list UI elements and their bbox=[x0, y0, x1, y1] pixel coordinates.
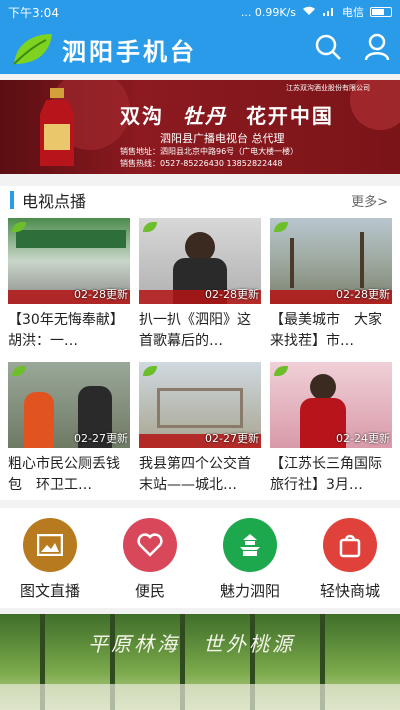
shopping-bag-icon bbox=[323, 518, 377, 572]
update-date: 02-28更新 bbox=[74, 288, 128, 301]
app-logo bbox=[10, 30, 56, 68]
channel-logo-icon bbox=[274, 222, 288, 232]
section-accent-bar bbox=[10, 191, 14, 209]
update-date: 02-27更新 bbox=[205, 432, 259, 445]
category-mall[interactable]: 轻快商城 bbox=[300, 518, 400, 601]
video-card[interactable]: 02-28更新 扒一扒《泗阳》这首歌幕后的… bbox=[139, 218, 261, 352]
video-grid: 02-28更新 【30年无悔奉献】胡洪：一… 02-28更新 扒一扒《泗阳》这首… bbox=[0, 214, 400, 500]
category-label: 轻快商城 bbox=[319, 582, 380, 600]
user-icon[interactable] bbox=[364, 33, 390, 65]
update-date: 02-27更新 bbox=[74, 432, 128, 445]
banner-brand: 江苏双沟酒业股份有限公司 bbox=[286, 84, 370, 92]
update-date: 02-28更新 bbox=[205, 288, 259, 301]
more-link[interactable]: 更多> bbox=[351, 191, 388, 210]
update-date: 02-28更新 bbox=[336, 288, 390, 301]
video-caption: 【30年无悔奉献】胡洪：一… bbox=[8, 312, 124, 349]
banner-tel: 销售热线：0527-85226430 13852822448 bbox=[120, 159, 283, 168]
update-date: 02-24更新 bbox=[336, 432, 390, 445]
status-time: 下午3:04 bbox=[8, 5, 59, 20]
video-caption: 【江苏长三角国际旅行社】3月… bbox=[270, 456, 382, 493]
video-card[interactable]: 02-24更新 【江苏长三角国际旅行社】3月… bbox=[270, 362, 392, 496]
channel-logo-icon bbox=[143, 222, 157, 232]
network-speed: ... 0.99K/s bbox=[240, 5, 296, 19]
image-icon bbox=[23, 518, 77, 572]
wifi-icon bbox=[302, 6, 316, 19]
video-card[interactable]: 02-28更新 【30年无悔奉献】胡洪：一… bbox=[8, 218, 130, 352]
tv-section-header: 电视点播 更多> bbox=[0, 186, 400, 214]
promo-banner[interactable]: 平原林海 世外桃源 bbox=[0, 614, 400, 710]
video-thumbnail: 02-27更新 bbox=[139, 362, 261, 448]
video-thumbnail: 02-28更新 bbox=[8, 218, 130, 304]
video-caption: 我县第四个公交首末站——城北… bbox=[139, 456, 251, 493]
app-title: 泗阳手机台 bbox=[62, 36, 197, 66]
banner-slogan: 双沟 牡丹 花开中国 bbox=[120, 104, 334, 128]
video-thumbnail: 02-27更新 bbox=[8, 362, 130, 448]
category-label: 便民 bbox=[134, 582, 165, 600]
banner-address: 销售地址：泗阳县北京中路96号（广电大楼一楼） bbox=[120, 147, 299, 156]
status-bar: 下午3:04 ... 0.99K/s 电信 bbox=[0, 0, 400, 24]
video-card[interactable]: 02-27更新 我县第四个公交首末站——城北… bbox=[139, 362, 261, 496]
category-label: 魅力泗阳 bbox=[219, 582, 280, 600]
search-icon[interactable] bbox=[314, 33, 342, 65]
app-bar: 泗阳手机台 bbox=[0, 24, 400, 74]
video-thumbnail: 02-28更新 bbox=[270, 218, 392, 304]
promo-slogan: 平原林海 世外桃源 bbox=[88, 632, 295, 656]
channel-logo-icon bbox=[12, 366, 26, 376]
video-thumbnail: 02-28更新 bbox=[139, 218, 261, 304]
category-photo-live[interactable]: 图文直播 bbox=[0, 518, 100, 601]
battery-icon bbox=[370, 7, 392, 17]
category-charm-siyang[interactable]: 魅力泗阳 bbox=[200, 518, 300, 601]
pagoda-icon bbox=[223, 518, 277, 572]
video-caption: 扒一扒《泗阳》这首歌幕后的… bbox=[139, 312, 251, 349]
carrier-label: 电信 bbox=[342, 6, 364, 19]
category-shortcuts: 图文直播 便民 魅力泗阳 轻快商城 bbox=[0, 508, 400, 608]
category-label: 图文直播 bbox=[19, 582, 80, 600]
category-convenience[interactable]: 便民 bbox=[100, 518, 200, 601]
signal-icon bbox=[322, 6, 336, 19]
channel-logo-icon bbox=[274, 366, 288, 376]
video-card[interactable]: 02-27更新 粗心市民公厕丢钱包 环卫工… bbox=[8, 362, 130, 496]
video-card[interactable]: 02-28更新 【最美城市 大家来找茬】市… bbox=[270, 218, 392, 352]
video-caption: 【最美城市 大家来找茬】市… bbox=[270, 312, 382, 349]
channel-logo-icon bbox=[143, 366, 157, 376]
video-caption: 粗心市民公厕丢钱包 环卫工… bbox=[8, 456, 120, 493]
section-title: 电视点播 bbox=[22, 192, 87, 211]
video-thumbnail: 02-24更新 bbox=[270, 362, 392, 448]
ad-banner[interactable]: 江苏双沟酒业股份有限公司 双沟 牡丹 花开中国 泗阳县广播电视台 总代理 销售地… bbox=[0, 80, 400, 174]
banner-agent: 泗阳县广播电视台 总代理 bbox=[160, 132, 285, 145]
heart-icon bbox=[123, 518, 177, 572]
